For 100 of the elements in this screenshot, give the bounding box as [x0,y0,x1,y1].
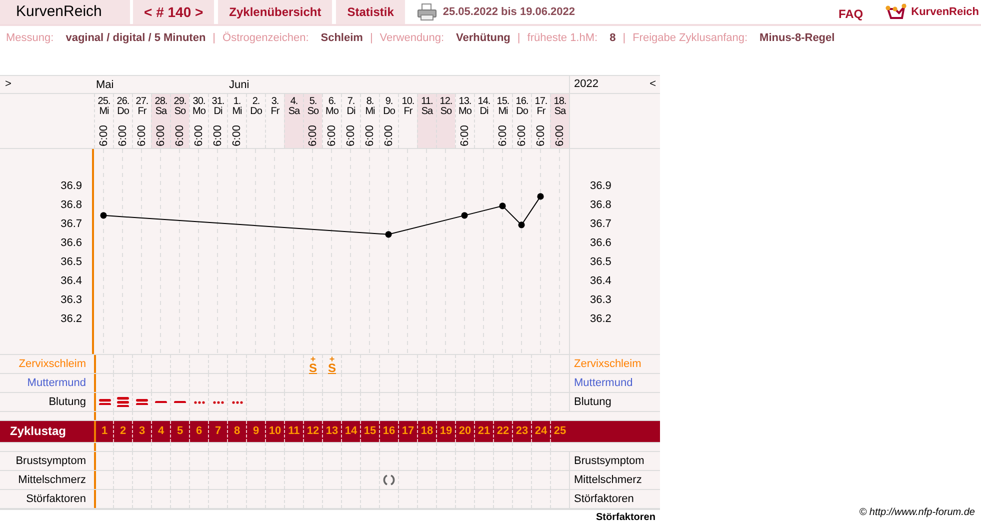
expand-right-button[interactable]: < [650,78,656,91]
y-tick-label: 36.2 [60,312,82,325]
row-label: Muttermund [574,377,633,389]
weekday-label: So [307,107,319,117]
time-label: 6:00 [156,125,166,146]
date-cell[interactable]: 18. Sa 6:00 [550,94,569,148]
date-cell[interactable]: 15. Mi 6:00 [493,94,512,148]
weekday-label: Sa [421,107,433,117]
separator: | [622,32,626,44]
y-tick-label: 36.5 [60,256,82,268]
cycle-day-number: 17 [398,421,417,442]
date-range: 25.05.2022 bis 19.06.2022 [442,6,576,18]
date-cell[interactable]: 29. So 6:00 [170,94,189,148]
time-label: 6:00 [498,125,508,146]
row-label: Störfaktoren [26,493,86,505]
time-label: 6:00 [194,125,204,146]
cycle-day-number: 9 [246,421,265,442]
info-label: Östrogenzeichen: [222,32,309,44]
cycle-day-number: 19 [436,421,455,442]
temperature-point[interactable] [461,212,468,219]
brand-title[interactable]: KurvenReich [0,0,130,24]
temperature-point[interactable] [100,212,107,219]
date-label: 15. [496,97,510,107]
cycle-day-number: 1 [94,421,113,442]
date-cell[interactable]: 30. Mo 6:00 [189,94,208,148]
logo-text: KurvenReich [911,6,979,18]
mucus-mark: + S [328,355,336,373]
temperature-point[interactable] [537,193,544,200]
date-label: 3. [271,97,279,107]
date-label: 29. [174,97,186,107]
y-tick-label: 36.9 [60,180,82,192]
info-value: 8 [610,32,616,44]
cycle-day-number: 11 [284,421,303,442]
y-tick-label: 36.6 [60,236,82,249]
info-value: Schleim [320,32,363,44]
expand-left-button[interactable]: > [5,78,12,90]
copyright-text: © http://www.nfp-forum.de [859,507,975,518]
weekday-label: Mi [365,107,375,117]
time-label: 6:00 [118,125,128,146]
date-cell[interactable]: 5. So 6:00 [303,94,322,148]
info-value: vaginal / digital / 5 Minuten [66,32,206,44]
cycle-day-number: 10 [265,421,284,442]
weekday-label: Sa [554,107,566,117]
date-cell[interactable]: 13. Mo 6:00 [455,94,474,148]
row-label: Zervixschleim [18,358,86,370]
date-cell[interactable]: 12. So [436,94,455,148]
mucus-mark: + S [308,355,317,373]
date-label: 13. [458,97,472,107]
date-cell[interactable]: 11. Sa [417,94,436,148]
cycle-day-number: 24 [531,421,550,442]
cycle-day-number: 16 [379,421,398,442]
temperature-point[interactable] [385,231,392,238]
cycle-day-number: 6 [189,421,208,442]
date-label: 7. [347,97,355,107]
separator: | [517,32,520,44]
date-cell[interactable]: 14. Di [474,94,493,148]
row-label: Blutung [574,396,612,408]
nav-tab[interactable]: Statistik [336,0,405,24]
date-cell[interactable]: 6. Mo 6:00 [322,94,341,148]
weekday-label: So [174,107,186,117]
date-label: 26. [116,97,130,107]
row-label: Brustsymptom [16,455,86,467]
year-label: 2022 [574,78,598,91]
info-value: Verhütung [456,32,510,44]
temperature-point[interactable] [518,222,525,228]
time-label: 6:00 [327,125,337,146]
date-cell[interactable]: 28. Sa 6:00 [151,94,170,148]
date-cell[interactable]: 4. Sa [284,94,303,148]
nav-tab[interactable]: Zyklenübersicht [218,0,332,24]
cycle-day-number: 8 [227,421,246,442]
printer-icon[interactable] [416,3,437,21]
date-cell[interactable]: 2. Do [246,94,265,148]
date-label: 28. [154,97,168,107]
time-label: 6:00 [308,125,318,146]
scale-label: 36.7 [590,218,612,230]
date-label: 14. [478,97,490,107]
date-cell[interactable]: 25. Mi 6:00 [94,94,113,148]
date-label: 25. [98,97,110,107]
date-label: 31. [212,97,224,107]
temperature-point[interactable] [499,202,506,210]
weekday-label: Do [117,107,129,117]
date-cell[interactable]: 8. Mi 6:00 [360,94,379,148]
date-cell[interactable]: 1. Mi 6:00 [227,94,246,148]
info-label: Freigabe Zyklusanfang: [632,32,748,44]
date-cell[interactable]: 7. Di 6:00 [341,94,360,148]
time-label: 6:00 [365,125,375,146]
faq-link[interactable]: FAQ [838,7,864,21]
cycle-day-number: 15 [360,421,379,442]
date-cell[interactable]: 26. Do 6:00 [113,94,132,148]
date-cell[interactable]: 9. Do 6:00 [379,94,398,148]
date-label: 2. [252,97,260,107]
cycle-number-link[interactable]: < # 140 > [133,0,214,24]
date-label: 16. [516,97,528,107]
cycle-day-number: 3 [132,421,151,442]
date-label: 10. [402,97,414,107]
cycle-day-number: 25 [550,421,569,442]
weekday-label: Mo [458,107,472,117]
row-label: Brustsymptom [574,455,644,467]
date-cell[interactable]: 16. Do 6:00 [512,94,531,148]
date-cell[interactable]: 31. Di 6:00 [208,94,227,148]
